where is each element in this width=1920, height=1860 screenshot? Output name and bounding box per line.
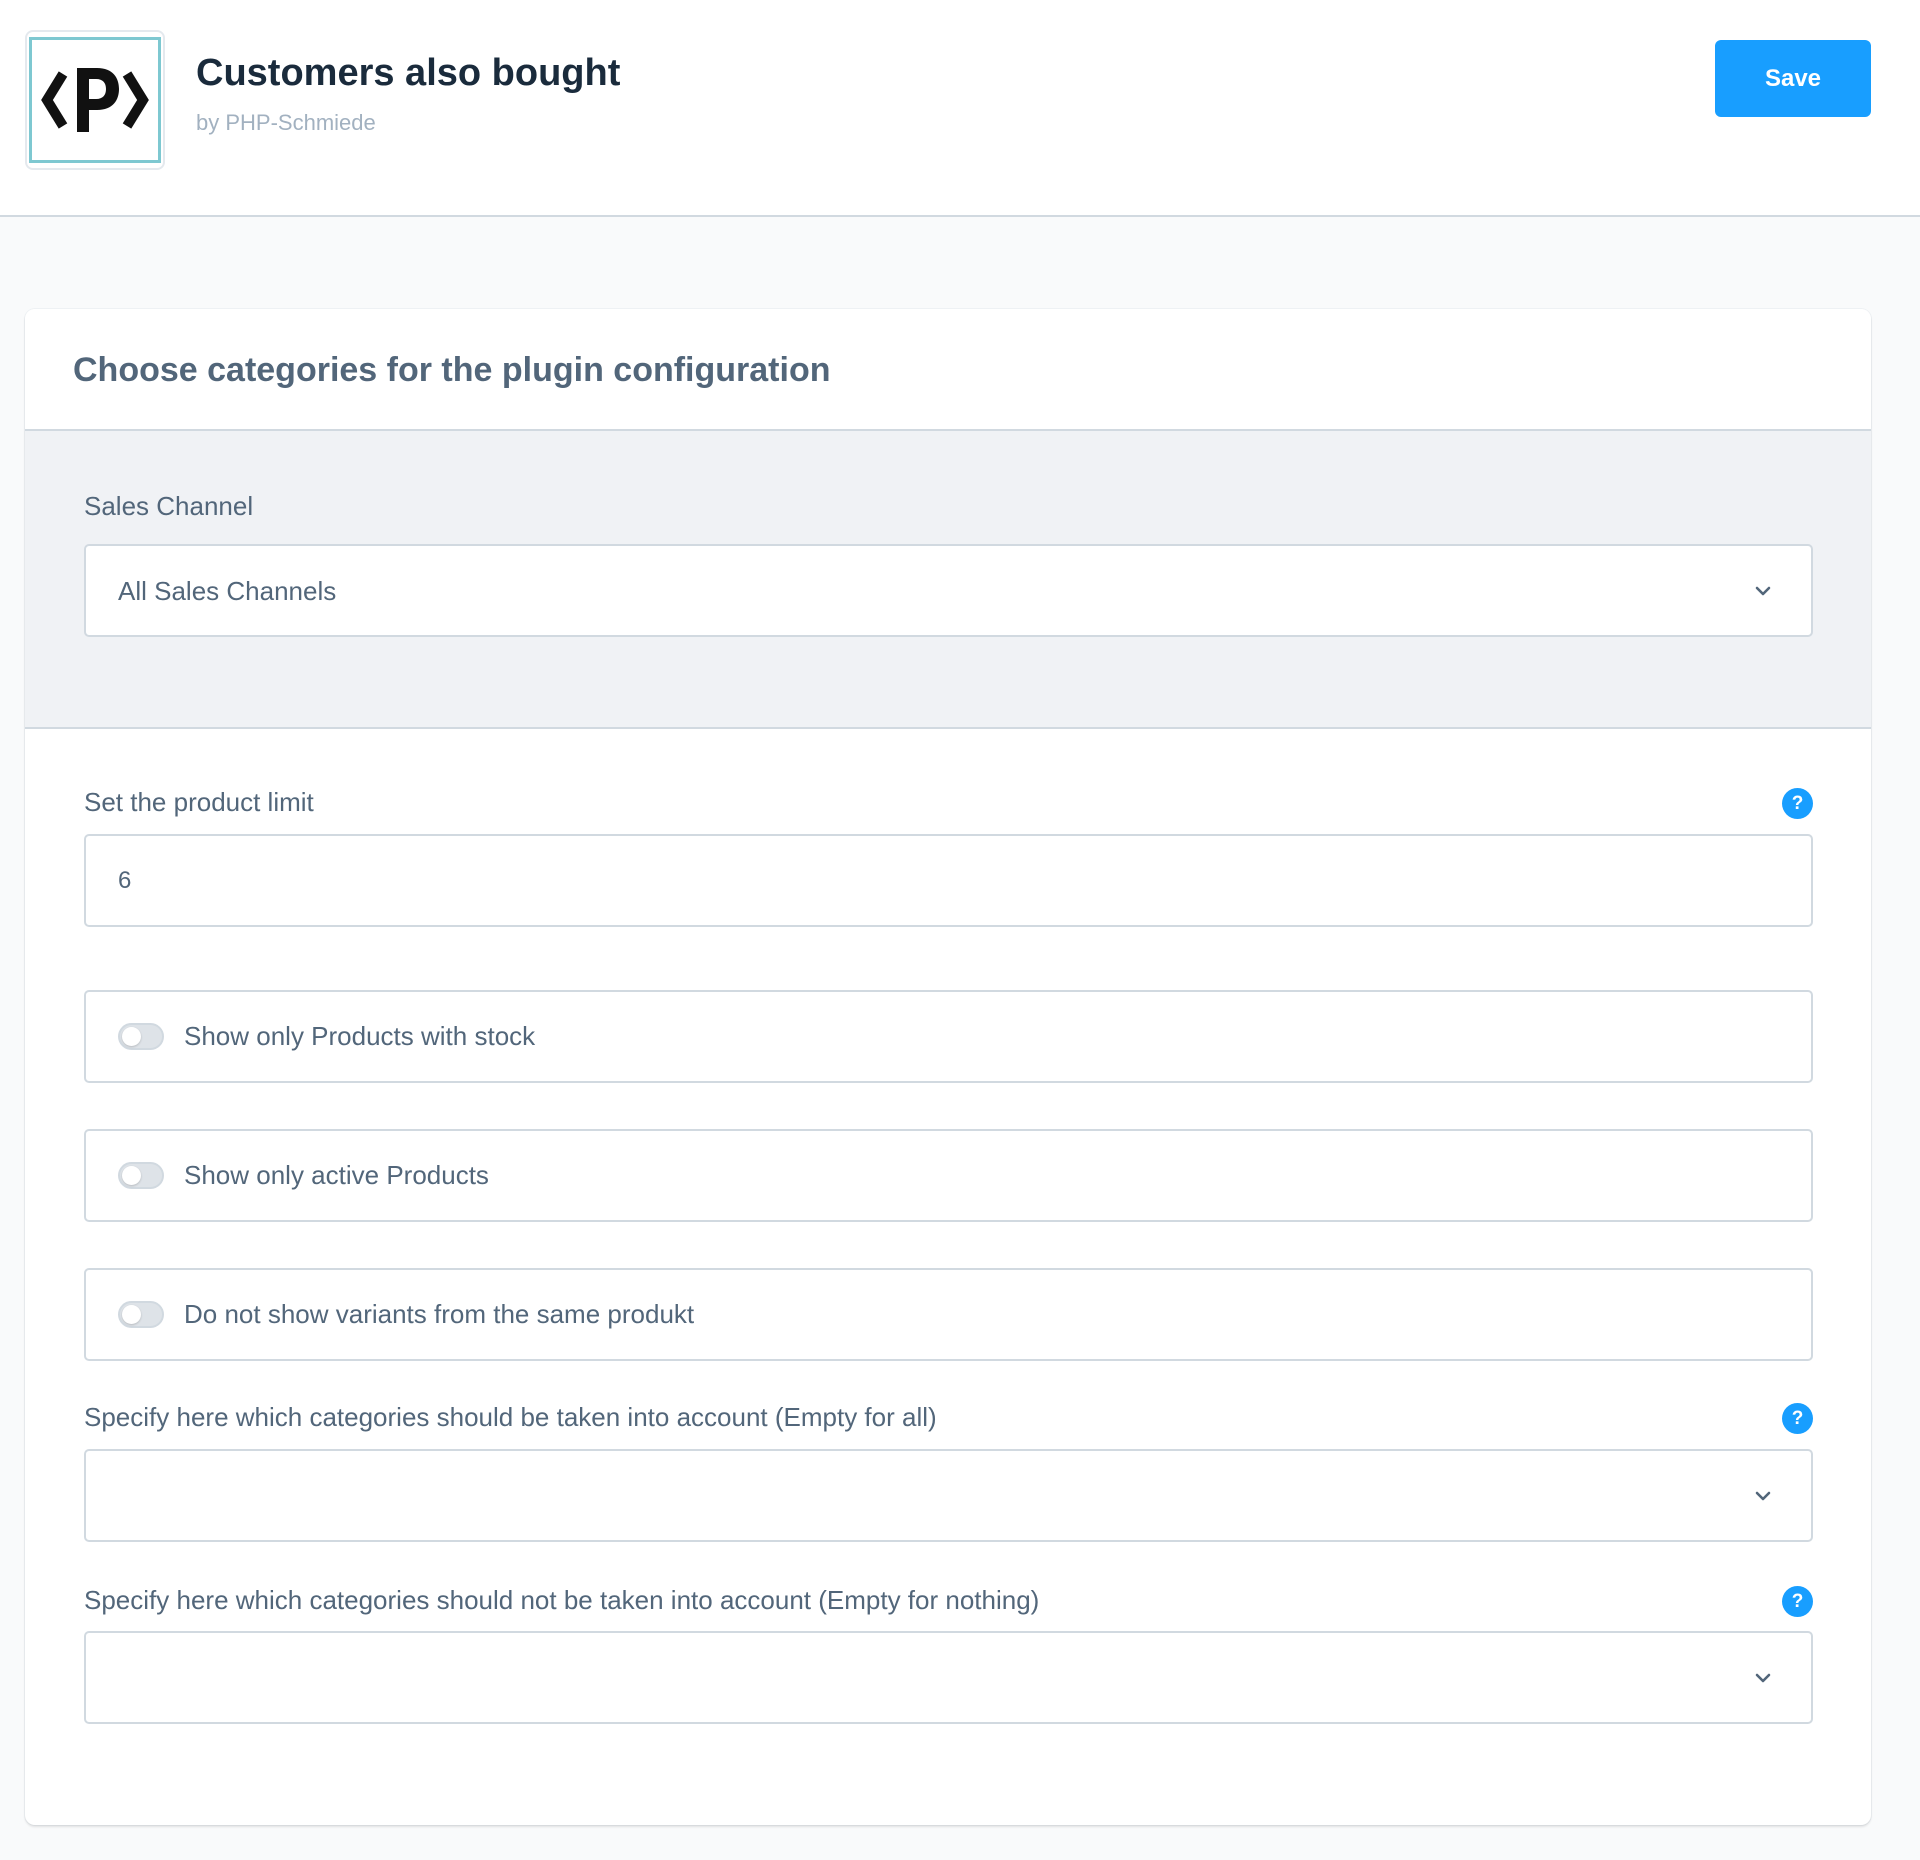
sales-channel-select[interactable]: All Sales Channels [84,544,1813,637]
chevron-down-icon [1755,1673,1771,1683]
product-limit-label: Set the product limit [84,787,314,817]
card-header: Choose categories for the plugin configu… [25,309,1871,431]
toggle-knob [122,1027,141,1046]
plugin-author: by PHP-Schmiede [196,110,376,135]
sales-channel-label: Sales Channel [84,491,254,521]
include-categories-select[interactable] [84,1449,1813,1542]
php-schmiede-logo-icon [41,68,149,132]
sales-channel-panel: Sales Channel All Sales Channels [25,431,1871,729]
plugin-title: Customers also bought [196,52,621,94]
include-categories-label: Specify here which categories should be … [84,1402,937,1432]
product-limit-input[interactable] [86,836,1811,925]
chevron-down-icon [1755,586,1771,596]
exclude-categories-select[interactable] [84,1631,1813,1724]
toggle-row-variants: Do not show variants from the same produ… [84,1268,1813,1361]
stock-toggle-switch[interactable] [118,1023,164,1050]
logo-frame [29,37,161,163]
product-limit-field[interactable] [84,834,1813,927]
variants-toggle-switch[interactable] [118,1301,164,1328]
active-toggle-switch[interactable] [118,1162,164,1189]
save-button[interactable]: Save [1715,40,1871,117]
toggle-knob [122,1305,141,1324]
page-header: Customers also bought by PHP-Schmiede Sa… [0,0,1920,217]
active-toggle-label: Show only active Products [184,1160,489,1190]
variants-toggle-label: Do not show variants from the same produ… [184,1299,695,1329]
toggle-knob [122,1166,141,1185]
toggle-row-active: Show only active Products [84,1129,1813,1222]
sales-channel-value: All Sales Channels [118,576,337,606]
stock-toggle-label: Show only Products with stock [184,1021,536,1051]
card-title: Choose categories for the plugin configu… [73,351,831,389]
product-limit-help-icon[interactable]: ? [1782,788,1813,819]
exclude-categories-label: Specify here which categories should not… [84,1585,1040,1615]
plugin-logo [27,32,163,168]
config-card: Choose categories for the plugin configu… [25,309,1871,1825]
exclude-categories-help-icon[interactable]: ? [1782,1586,1813,1617]
toggle-row-stock: Show only Products with stock [84,990,1813,1083]
chevron-down-icon [1755,1491,1771,1501]
include-categories-help-icon[interactable]: ? [1782,1403,1813,1434]
